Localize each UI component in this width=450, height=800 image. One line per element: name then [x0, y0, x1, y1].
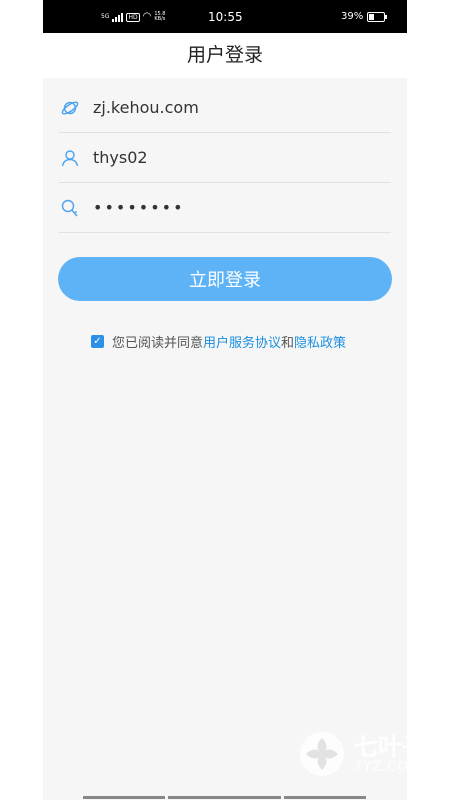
net-speed-unit: KB/s: [154, 16, 166, 22]
password-value: ••••••••: [93, 198, 185, 217]
password-field[interactable]: ••••••••: [59, 183, 391, 233]
login-form: zj.kehou.com thys02 ••••••••: [59, 83, 391, 233]
network-type: 5G: [101, 13, 110, 20]
battery-icon: [367, 12, 387, 22]
planet-icon: [59, 97, 81, 119]
status-indicators: 5G HD ◠ 15.8 KB/s: [101, 12, 165, 22]
server-field[interactable]: zj.kehou.com: [59, 83, 391, 133]
hd-badge: HD: [126, 12, 140, 22]
privacy-link[interactable]: 隐私政策: [294, 332, 346, 351]
agreement-conjunction: 和: [281, 336, 295, 351]
watermark-main: 七叶子: [354, 732, 426, 761]
agreement-row: ✓ 您已阅读并同意 用户服务协议和隐私政策: [91, 332, 346, 351]
wifi-icon: ◠: [142, 11, 152, 22]
battery-fill: [369, 14, 374, 20]
net-speed: 15.8 KB/s: [154, 12, 165, 22]
agreement-checkbox[interactable]: ✓: [91, 335, 104, 348]
agreement-prefix: 您已阅读并同意: [112, 336, 204, 351]
phone-screen: 5G HD ◠ 15.8 KB/s 10:55 39% 用户登录 zj.keho…: [43, 0, 407, 800]
watermark: 七叶子 7YZ.COM: [296, 728, 426, 780]
username-field[interactable]: thys02: [59, 133, 391, 183]
gesture-bar: [83, 796, 165, 799]
status-time: 10:55: [208, 10, 243, 24]
username-value: thys02: [93, 148, 148, 167]
gesture-bar: [168, 796, 281, 799]
login-button[interactable]: 立即登录: [58, 257, 392, 301]
server-value: zj.kehou.com: [93, 98, 199, 117]
battery-percent: 39%: [341, 11, 364, 22]
page-title: 用户登录: [43, 33, 407, 78]
key-icon: [59, 197, 81, 219]
user-icon: [59, 147, 81, 169]
status-bar: 5G HD ◠ 15.8 KB/s 10:55 39%: [43, 0, 407, 33]
terms-link[interactable]: 用户服务协议: [203, 332, 281, 351]
watermark-sub: 7YZ.COM: [354, 759, 421, 775]
gesture-bar: [284, 796, 366, 799]
leaf-logo-icon: [300, 732, 344, 776]
signal-icon: [112, 12, 124, 22]
